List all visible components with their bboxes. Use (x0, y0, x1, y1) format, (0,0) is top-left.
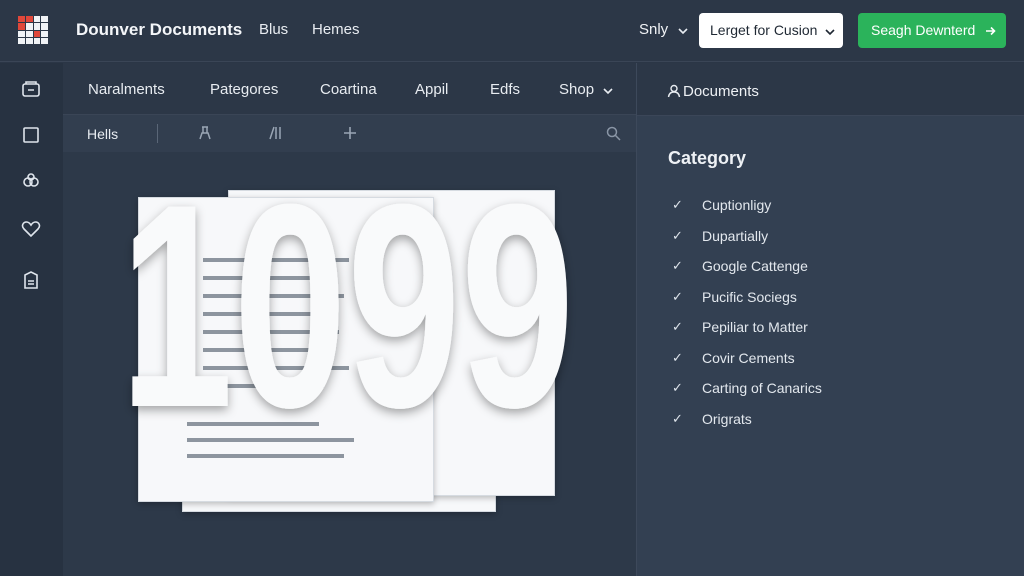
check-icon: ✓ (672, 380, 683, 395)
tab-1[interactable]: Naralments (88, 81, 165, 98)
documents-panel: Documents Category ✓ Cuptionligy ✓ Duparti… (636, 63, 1024, 576)
square-icon[interactable] (20, 124, 42, 146)
check-icon: ✓ (672, 258, 683, 273)
chevron-down-icon (603, 82, 613, 99)
heart-icon[interactable] (20, 218, 42, 240)
person-icon (667, 84, 681, 98)
tab-shop[interactable]: Shop (559, 81, 613, 99)
headline-text: 1099 (120, 168, 575, 428)
main-tabs: Naralments Pategores Coartina Appil Edfs… (63, 63, 636, 115)
person-icon[interactable] (196, 124, 214, 142)
toolbar-label[interactable]: Hells (87, 126, 118, 142)
panel-title: Documents (683, 83, 759, 100)
category-item[interactable]: ✓ Google Cattenge (672, 258, 822, 289)
category-label: Origrats (702, 410, 752, 427)
category-item[interactable]: ✓ Origrats (672, 411, 822, 442)
check-icon: ✓ (672, 349, 683, 365)
target-select-label: Lerget for Cusion (710, 22, 818, 38)
tab-5[interactable]: Edfs (490, 81, 520, 98)
nav-link-1[interactable]: Blus (259, 21, 288, 38)
category-item[interactable]: ✓ Cuptionligy (672, 197, 822, 228)
category-label: Pepiliar to Matter (702, 319, 808, 335)
plus-icon[interactable] (341, 124, 359, 142)
headline-graphic: 1099 (120, 168, 575, 428)
check-icon: ✓ (672, 319, 683, 334)
category-label: Covir Cements (702, 349, 795, 366)
search-icon[interactable] (604, 124, 622, 142)
left-rail (0, 63, 63, 576)
check-icon: ✓ (672, 410, 683, 426)
category-item[interactable]: ✓ Dupartially (672, 228, 822, 259)
category-label: Pucific Sociegs (702, 288, 797, 305)
category-item[interactable]: ✓ Carting of Canarics (672, 380, 822, 411)
tab-3[interactable]: Coartina (320, 81, 377, 98)
check-icon: ✓ (672, 288, 683, 304)
category-item[interactable]: ✓ Pucific Sociegs (672, 289, 822, 320)
check-icon: ✓ (672, 227, 683, 243)
clipboard-icon[interactable] (20, 269, 42, 291)
panel-header: Documents (637, 63, 1024, 116)
tab-shop-label: Shop (559, 81, 595, 98)
category-list: ✓ Cuptionligy ✓ Dupartially ✓ Google Catten… (672, 197, 822, 441)
category-heading: Category (668, 148, 747, 168)
app-logo-icon[interactable] (18, 16, 48, 44)
category-label: Cuptionligy (702, 197, 772, 213)
category-label: Google Cattenge (702, 258, 808, 274)
tab-2[interactable]: Pategores (210, 81, 278, 98)
sort-dropdown[interactable]: Snly (639, 21, 688, 39)
search-download-button[interactable]: Seagh Dewnterd (858, 13, 1006, 48)
text-style-icon[interactable] (266, 124, 284, 142)
search-download-label: Seagh Dewnterd (871, 22, 976, 38)
target-select[interactable]: Lerget for Cusion (699, 13, 843, 48)
app-title: Dounver Documents (76, 20, 243, 39)
chevron-down-icon (825, 23, 835, 39)
category-label: Carting of Canarics (702, 380, 822, 396)
category-item[interactable]: ✓ Covir Cements (672, 350, 822, 381)
arrow-right-icon (985, 23, 996, 39)
toolbar-divider (157, 124, 158, 143)
top-bar: Dounver Documents Blus Hemes Snly Lerget… (0, 0, 1024, 62)
nav-link-2[interactable]: Hemes (312, 21, 360, 38)
check-icon: ✓ (672, 197, 683, 212)
chevron-down-icon (678, 22, 688, 39)
inbox-icon[interactable] (20, 78, 42, 100)
category-item[interactable]: ✓ Pepiliar to Matter (672, 319, 822, 350)
group-icon[interactable] (20, 170, 42, 192)
tab-4[interactable]: Appil (415, 81, 448, 98)
sort-label: Snly (639, 21, 669, 38)
editor-toolbar: Hells (63, 115, 636, 152)
category-label: Dupartially (702, 227, 769, 244)
